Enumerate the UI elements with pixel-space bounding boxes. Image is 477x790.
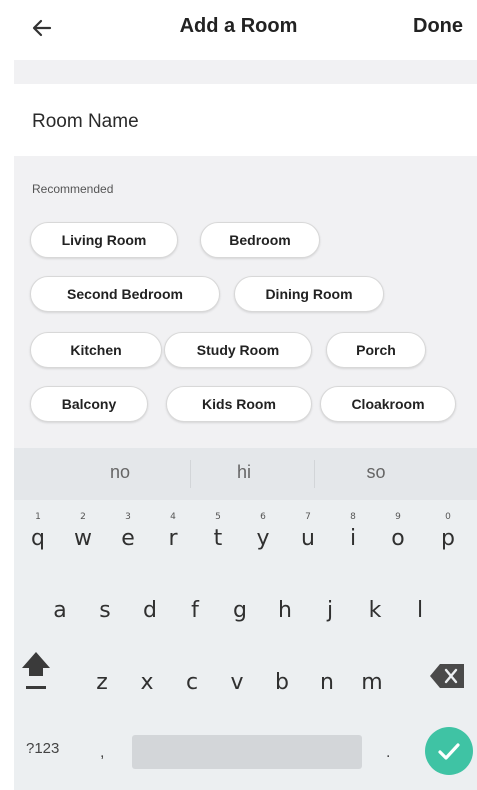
key-u[interactable]: 7u: [288, 512, 328, 560]
key-label: m: [361, 670, 383, 695]
key-label: f: [191, 598, 199, 623]
checkmark-icon: [438, 743, 460, 760]
symbols-key[interactable]: ?123: [26, 740, 59, 757]
chip-balcony[interactable]: Balcony: [30, 386, 148, 422]
key-label: u: [301, 526, 315, 551]
chip-kitchen[interactable]: Kitchen: [30, 332, 162, 368]
recommended-section: Recommended Living Room Bedroom Second B…: [14, 156, 477, 448]
backspace-key[interactable]: [428, 660, 472, 696]
key-s[interactable]: s: [85, 584, 125, 632]
key-q[interactable]: 1q: [18, 512, 58, 560]
space-bar[interactable]: [132, 735, 362, 769]
key-hint: 9: [395, 512, 401, 522]
key-label: q: [31, 526, 45, 551]
key-w[interactable]: 2w: [63, 512, 103, 560]
chip-kids-room[interactable]: Kids Room: [166, 386, 312, 422]
key-d[interactable]: d: [130, 584, 170, 632]
key-j[interactable]: j: [310, 584, 350, 632]
key-x[interactable]: x: [127, 656, 167, 704]
key-c[interactable]: c: [172, 656, 212, 704]
suggestion-so[interactable]: so: [316, 462, 436, 483]
key-label: s: [99, 598, 111, 623]
key-label: b: [275, 670, 289, 695]
chip-cloakroom[interactable]: Cloakroom: [320, 386, 456, 422]
chip-bedroom[interactable]: Bedroom: [200, 222, 320, 258]
key-hint: 3: [125, 512, 131, 522]
suggestion-hi[interactable]: hi: [184, 462, 304, 483]
key-label: n: [320, 670, 334, 695]
key-hint: 1: [35, 512, 41, 522]
suggestion-bar: no hi so: [14, 448, 477, 500]
key-z[interactable]: z: [82, 656, 122, 704]
key-k[interactable]: k: [355, 584, 395, 632]
shift-key[interactable]: [14, 636, 58, 689]
recommended-label: Recommended: [32, 182, 114, 196]
key-a[interactable]: a: [40, 584, 80, 632]
key-label: t: [213, 526, 223, 551]
key-l[interactable]: l: [400, 584, 440, 632]
key-g[interactable]: g: [220, 584, 260, 632]
key-label: d: [143, 598, 157, 623]
key-label: v: [230, 670, 244, 695]
key-hint: 0: [445, 512, 451, 522]
key-e[interactable]: 3e: [108, 512, 148, 560]
key-hint: 5: [215, 512, 221, 522]
key-hint: 4: [170, 512, 176, 522]
key-h[interactable]: h: [265, 584, 305, 632]
key-hint: 8: [350, 512, 356, 522]
key-label: k: [368, 598, 382, 623]
chip-study-room[interactable]: Study Room: [164, 332, 312, 368]
shift-arrow-icon: [22, 652, 50, 689]
chip-porch[interactable]: Porch: [326, 332, 426, 368]
comma-key[interactable]: ,: [100, 744, 104, 762]
key-label: h: [278, 598, 292, 623]
suggestion-divider: [314, 460, 315, 488]
app-header: Add a Room Done: [0, 0, 477, 58]
key-n[interactable]: n: [307, 656, 347, 704]
suggestion-no[interactable]: no: [60, 462, 180, 483]
key-m[interactable]: m: [352, 656, 392, 704]
backspace-icon: [430, 664, 464, 688]
key-label: o: [391, 526, 405, 551]
key-y[interactable]: 6y: [243, 512, 283, 560]
key-o[interactable]: 9o: [378, 512, 418, 560]
key-label: e: [121, 526, 135, 551]
key-hint: 7: [305, 512, 311, 522]
period-key[interactable]: .: [386, 744, 390, 762]
chip-living-room[interactable]: Living Room: [30, 222, 178, 258]
key-v[interactable]: v: [217, 656, 257, 704]
key-label: r: [168, 526, 178, 551]
done-button[interactable]: Done: [413, 15, 463, 38]
room-name-row: [14, 84, 477, 156]
key-label: j: [326, 598, 334, 623]
chip-second-bedroom[interactable]: Second Bedroom: [30, 276, 220, 312]
key-label: x: [140, 670, 154, 695]
chip-dining-room[interactable]: Dining Room: [234, 276, 384, 312]
key-label: g: [233, 598, 247, 623]
key-hint: 6: [260, 512, 266, 522]
key-i[interactable]: 8i: [333, 512, 373, 560]
key-label: c: [185, 670, 199, 695]
divider-band: [14, 60, 477, 84]
key-t[interactable]: 5t: [198, 512, 238, 560]
key-b[interactable]: b: [262, 656, 302, 704]
key-r[interactable]: 4r: [153, 512, 193, 560]
key-label: p: [441, 526, 455, 551]
key-label: w: [74, 526, 92, 551]
key-label: y: [256, 526, 270, 551]
enter-key[interactable]: [425, 727, 473, 775]
key-label: a: [53, 598, 67, 623]
key-hint: 2: [80, 512, 86, 522]
key-p[interactable]: 0p: [428, 512, 468, 560]
key-f[interactable]: f: [175, 584, 215, 632]
room-name-input[interactable]: [32, 108, 452, 136]
page-title: Add a Room: [179, 15, 298, 37]
key-label: z: [96, 670, 108, 695]
key-label: l: [416, 598, 424, 623]
key-label: i: [349, 526, 357, 551]
